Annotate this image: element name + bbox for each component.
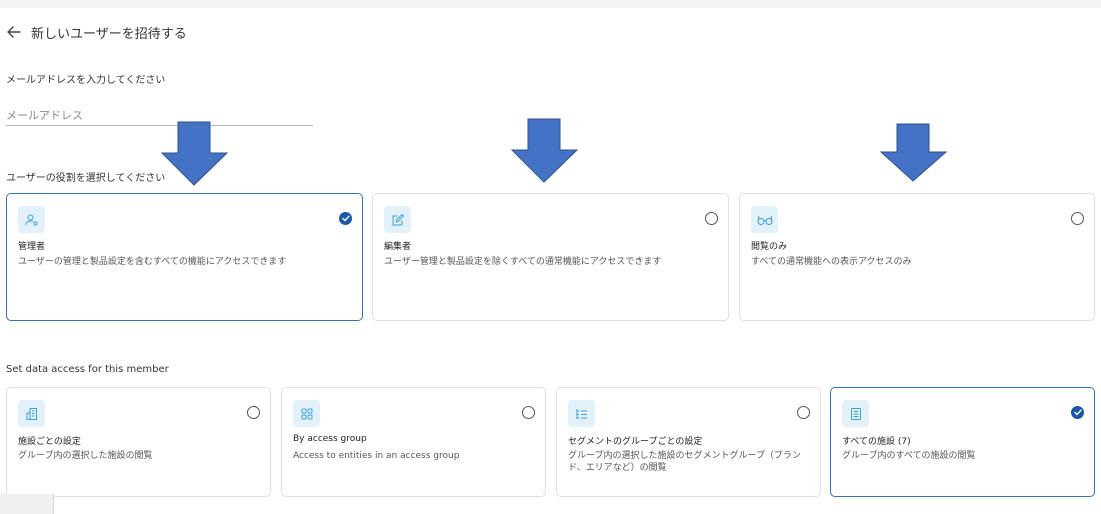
access-card-all-facilities[interactable]: すべての施設 (7) グループ内のすべての施設の閲覧 bbox=[830, 387, 1095, 497]
access-title: By access group bbox=[293, 434, 367, 444]
access-title: セグメントのグループごとの設定 bbox=[568, 437, 703, 447]
access-description: グループ内のすべての施設の閲覧 bbox=[842, 451, 976, 461]
annotation-arrow-down-icon bbox=[161, 121, 229, 186]
annotation-arrow-down-icon bbox=[880, 123, 948, 182]
data-access-label: Set data access for this member bbox=[6, 364, 169, 375]
role-description: ユーザー管理と製品設定を除くすべての通常機能にアクセスできます bbox=[384, 257, 662, 267]
top-bar bbox=[0, 0, 1101, 8]
page-title: 新しいユーザーを招待する bbox=[31, 26, 187, 42]
access-description: グループ内の選択した施設の閲覧 bbox=[18, 451, 153, 461]
access-description: グループ内の選択した施設のセグメントグループ（ブランド、エリアなど）の閲覧 bbox=[568, 451, 801, 473]
role-card-viewer[interactable]: 閲覧のみ すべての通常機能への表示アクセスのみ bbox=[739, 193, 1095, 321]
access-card-by-access-group[interactable]: By access group Access to entities in an… bbox=[281, 387, 546, 497]
annotation-arrow-down-icon bbox=[511, 118, 579, 183]
email-label: メールアドレスを入力してください bbox=[6, 75, 166, 86]
role-admin-radio[interactable] bbox=[339, 212, 352, 225]
access-card-by-segment[interactable]: セグメントのグループごとの設定 グループ内の選択した施設のセグメントグループ（ブ… bbox=[556, 387, 821, 497]
email-field[interactable] bbox=[6, 106, 313, 126]
access-title: すべての施設 (7) bbox=[842, 437, 911, 447]
role-viewer-radio[interactable] bbox=[1071, 212, 1084, 225]
user-gear-icon bbox=[18, 206, 45, 233]
access-all-radio[interactable] bbox=[1071, 406, 1084, 419]
building-icon bbox=[18, 400, 45, 427]
edit-icon bbox=[384, 206, 411, 233]
access-by-group-radio[interactable] bbox=[522, 406, 535, 419]
role-description: すべての通常機能への表示アクセスのみ bbox=[751, 257, 912, 267]
role-title: 閲覧のみ bbox=[751, 242, 788, 252]
glasses-icon bbox=[751, 206, 778, 233]
role-description: ユーザーの管理と製品設定を含むすべての機能にアクセスできます bbox=[18, 257, 287, 267]
hierarchy-list-icon bbox=[568, 400, 595, 427]
grid-icon bbox=[293, 400, 320, 427]
role-title: 編集者 bbox=[384, 242, 412, 252]
access-by-facility-radio[interactable] bbox=[247, 406, 260, 419]
arrow-left-icon[interactable] bbox=[6, 24, 22, 40]
role-card-admin[interactable]: 管理者 ユーザーの管理と製品設定を含むすべての機能にアクセスできます bbox=[6, 193, 363, 321]
role-editor-radio[interactable] bbox=[705, 212, 718, 225]
role-card-editor[interactable]: 編集者 ユーザー管理と製品設定を除くすべての通常機能にアクセスできます bbox=[372, 193, 729, 321]
list-icon bbox=[842, 400, 869, 427]
role-title: 管理者 bbox=[18, 242, 46, 252]
access-description: Access to entities in an access group bbox=[293, 451, 460, 461]
bottom-tab[interactable] bbox=[0, 494, 54, 514]
access-card-by-facility[interactable]: 施設ごとの設定 グループ内の選択した施設の閲覧 bbox=[6, 387, 271, 497]
access-title: 施設ごとの設定 bbox=[18, 437, 81, 447]
page-header: 新しいユーザーを招待する bbox=[6, 23, 187, 42]
access-by-segment-radio[interactable] bbox=[797, 406, 810, 419]
role-label: ユーザーの役割を選択してください bbox=[6, 173, 166, 184]
